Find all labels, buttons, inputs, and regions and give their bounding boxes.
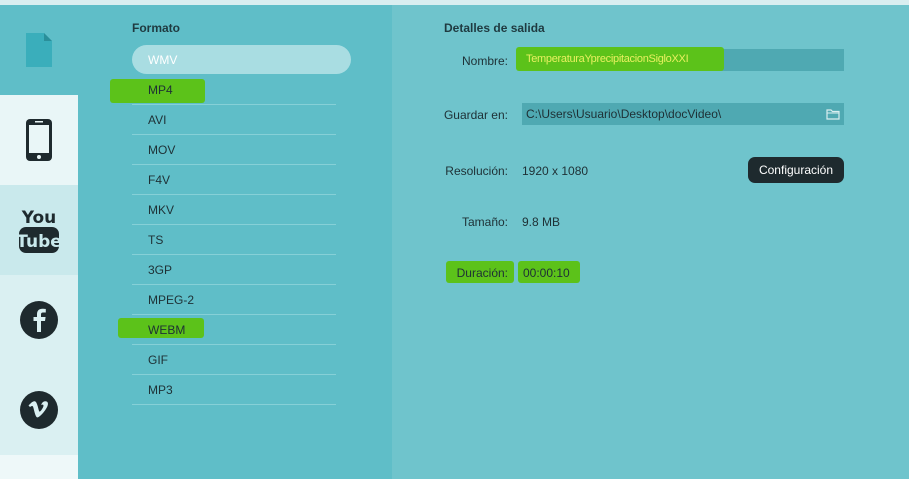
sidebar-item-facebook[interactable] [0, 275, 78, 365]
format-item-gif[interactable]: GIF [132, 345, 336, 375]
resolution-label: Resolución: [445, 164, 508, 178]
youtube-icon: You Tube [17, 208, 61, 253]
device-sidebar: You Tube [0, 5, 78, 479]
output-details-panel: Detalles de salida Nombre: TemperaturaYp… [392, 5, 909, 479]
format-panel: Formato WMV MP4 AVI MOV F4V MKV TS 3GP M… [78, 5, 392, 479]
resolution-value: 1920 x 1080 [522, 164, 589, 178]
save-path-field[interactable]: C:\Users\Usuario\Desktop\docVideo\ [522, 103, 844, 125]
format-item-f4v[interactable]: F4V [132, 165, 336, 195]
sidebar-item-file[interactable] [0, 5, 78, 95]
duration-value: 00:00:10 [523, 266, 570, 280]
vimeo-icon [20, 391, 58, 429]
sidebar-item-youtube[interactable]: You Tube [0, 185, 78, 275]
svg-text:You: You [21, 208, 57, 228]
active-indicator [78, 37, 92, 63]
format-item-mp4[interactable]: MP4 [110, 75, 336, 105]
format-item-avi[interactable]: AVI [132, 105, 336, 135]
svg-text:Tube: Tube [17, 232, 61, 252]
details-title: Detalles de salida [444, 21, 545, 35]
name-field[interactable]: TemperaturaYprecipitacionSigloXXI [516, 47, 844, 71]
format-item-mkv[interactable]: MKV [132, 195, 336, 225]
format-item-wmv[interactable]: WMV [132, 45, 351, 74]
facebook-icon [20, 301, 58, 339]
format-list: WMV MP4 AVI MOV F4V MKV TS 3GP MPEG-2 WE… [110, 45, 352, 405]
configuration-button[interactable]: Configuración [748, 157, 844, 183]
save-label: Guardar en: [443, 108, 508, 122]
format-item-3gp[interactable]: 3GP [132, 255, 336, 285]
size-label: Tamaño: [461, 215, 508, 229]
sidebar-bottom-area [0, 455, 78, 479]
name-value: TemperaturaYprecipitacionSigloXXI [526, 53, 689, 65]
save-path-value: C:\Users\Usuario\Desktop\docVideo\ [526, 107, 722, 121]
format-title: Formato [132, 21, 180, 35]
format-item-mp3[interactable]: MP3 [132, 375, 336, 405]
sidebar-item-vimeo[interactable] [0, 365, 78, 455]
duration-label: Duración: [456, 266, 508, 280]
folder-icon[interactable] [826, 107, 840, 121]
format-item-webm[interactable]: WEBM [118, 315, 336, 345]
sidebar-item-phone[interactable] [0, 95, 78, 185]
format-item-mov[interactable]: MOV [132, 135, 336, 165]
size-value: 9.8 MB [522, 215, 561, 229]
name-label: Nombre: [461, 54, 508, 68]
format-item-ts[interactable]: TS [132, 225, 336, 255]
format-item-mpeg2[interactable]: MPEG-2 [132, 285, 336, 315]
file-icon [26, 33, 52, 67]
phone-icon [26, 119, 52, 161]
